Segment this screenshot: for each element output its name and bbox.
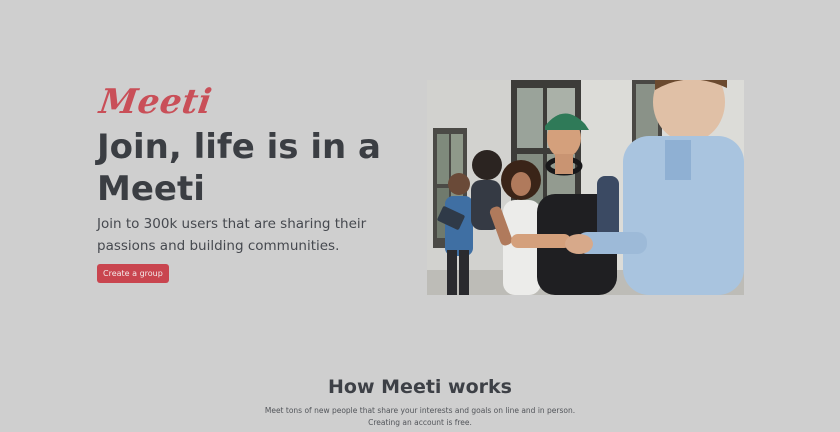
people-shaking-hands-photo — [427, 80, 744, 295]
how-it-works-section: How Meeti works Meet tons of new people … — [0, 372, 840, 429]
hero-photo — [427, 80, 744, 295]
hero-headline: Join, life is in a Meeti — [97, 127, 381, 209]
brand-logo-text: Meeti — [96, 82, 215, 122]
create-group-button[interactable]: Create a group — [97, 264, 169, 283]
hero-subtitle: Join to 300k users that are sharing thei… — [97, 216, 367, 254]
how-it-works-title: How Meeti works — [328, 376, 512, 398]
hero-section: Meeti Join, life is in a Meeti Join to 3… — [0, 0, 840, 330]
how-it-works-text: Meet tons of new people that share your … — [264, 406, 576, 427]
